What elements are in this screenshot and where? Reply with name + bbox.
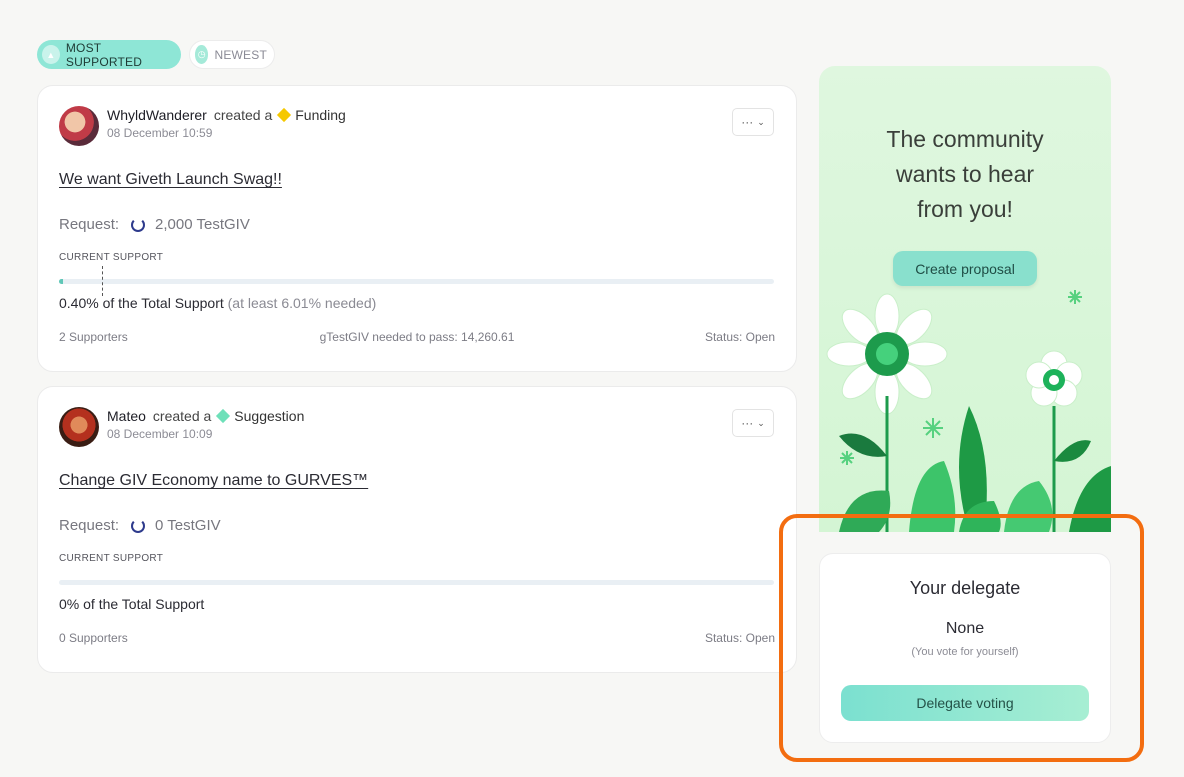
support-text: 0.40% of the Total Support (59, 295, 224, 311)
request-amount: 2,000 TestGIV (155, 216, 250, 233)
support-note: (at least 6.01% needed) (227, 295, 377, 311)
tab-label: NEWEST (214, 47, 267, 62)
support-text: 0% of the Total Support (59, 596, 205, 612)
request-amount: 0 TestGIV (155, 517, 221, 534)
support-bar (59, 580, 774, 585)
support-label: CURRENT SUPPORT (59, 553, 164, 564)
supporters-count: 2 Supporters (59, 330, 128, 344)
proposal-header: WhyldWanderer created a Funding 08 Decem… (59, 106, 346, 146)
proposal-type: Suggestion (216, 408, 305, 424)
support-percentage: 0.40% of the Total Support (at least 6.0… (59, 295, 376, 311)
support-bar-fill (59, 279, 63, 284)
suggestion-diamond-icon (216, 408, 231, 424)
proposal-card: WhyldWanderer created a Funding 08 Decem… (37, 85, 797, 372)
proposal-status: Status: Open (704, 631, 775, 645)
options-menu-button[interactable]: ··· ⌄ (732, 108, 774, 136)
chevron-down-icon: ⌄ (757, 116, 765, 127)
highlight-outline (779, 514, 1144, 762)
request-label: Request: (59, 216, 120, 233)
funding-diamond-icon (277, 107, 292, 123)
giv-token-icon (131, 518, 146, 533)
proposal-title[interactable]: Change GIV Economy name to GURVES™ (59, 472, 368, 490)
proposal-header: Mateo created a Suggestion 08 December 1… (59, 407, 304, 447)
tab-most-supported[interactable]: ▲ MOST SUPPORTED (37, 40, 181, 69)
request-label: Request: (59, 517, 120, 534)
created-text: created a (213, 107, 273, 123)
support-bar (59, 279, 774, 284)
author-name[interactable]: Mateo (107, 408, 146, 424)
request-row: Request: 0 TestGIV (59, 517, 221, 534)
giv-token-icon (131, 217, 146, 232)
chevron-down-icon: ⌄ (757, 417, 765, 428)
tab-label: MOST SUPPORTED (65, 40, 143, 69)
support-label: CURRENT SUPPORT (59, 252, 164, 263)
proposal-status: Status: Open (704, 330, 776, 344)
author-name[interactable]: WhyldWanderer (107, 107, 207, 123)
created-text: created a (152, 408, 212, 424)
type-label: Funding (295, 107, 346, 123)
proposal-date: 08 December 10:59 (107, 126, 213, 140)
promo-title: The community wants to hear from you! (886, 126, 1044, 222)
options-menu-button[interactable]: ··· ⌄ (732, 409, 774, 437)
needed-to-pass: gTestGIV needed to pass: 14,260.61 (319, 330, 515, 344)
support-percentage: 0% of the Total Support (59, 596, 204, 612)
create-proposal-button[interactable]: Create proposal (893, 251, 1037, 286)
proposal-title[interactable]: We want Giveth Launch Swag!! (59, 171, 282, 189)
proposal-footer: 0 Supporters Status: Open (59, 631, 775, 645)
trending-icon: ▲ (42, 45, 60, 64)
request-row: Request: 2,000 TestGIV (59, 216, 250, 233)
avatar[interactable] (59, 407, 99, 447)
proposal-footer: 2 Supporters gTestGIV needed to pass: 14… (59, 330, 775, 344)
supporters-count: 0 Supporters (59, 631, 128, 645)
threshold-marker (101, 266, 103, 296)
proposal-type: Funding (277, 107, 346, 123)
more-icon: ··· (741, 416, 754, 430)
more-icon: ··· (741, 115, 754, 129)
type-label: Suggestion (234, 408, 305, 424)
proposal-card: Mateo created a Suggestion 08 December 1… (37, 386, 797, 673)
flowers-illustration (826, 290, 1111, 532)
avatar[interactable] (59, 106, 99, 146)
sort-tabs: ▲ MOST SUPPORTED ◷ NEWEST (37, 40, 275, 69)
tab-newest[interactable]: ◷ NEWEST (189, 40, 275, 69)
community-promo-panel: The community wants to hear from you! Cr… (819, 66, 1111, 532)
clock-icon: ◷ (195, 45, 209, 64)
proposal-date: 08 December 10:09 (107, 427, 213, 441)
